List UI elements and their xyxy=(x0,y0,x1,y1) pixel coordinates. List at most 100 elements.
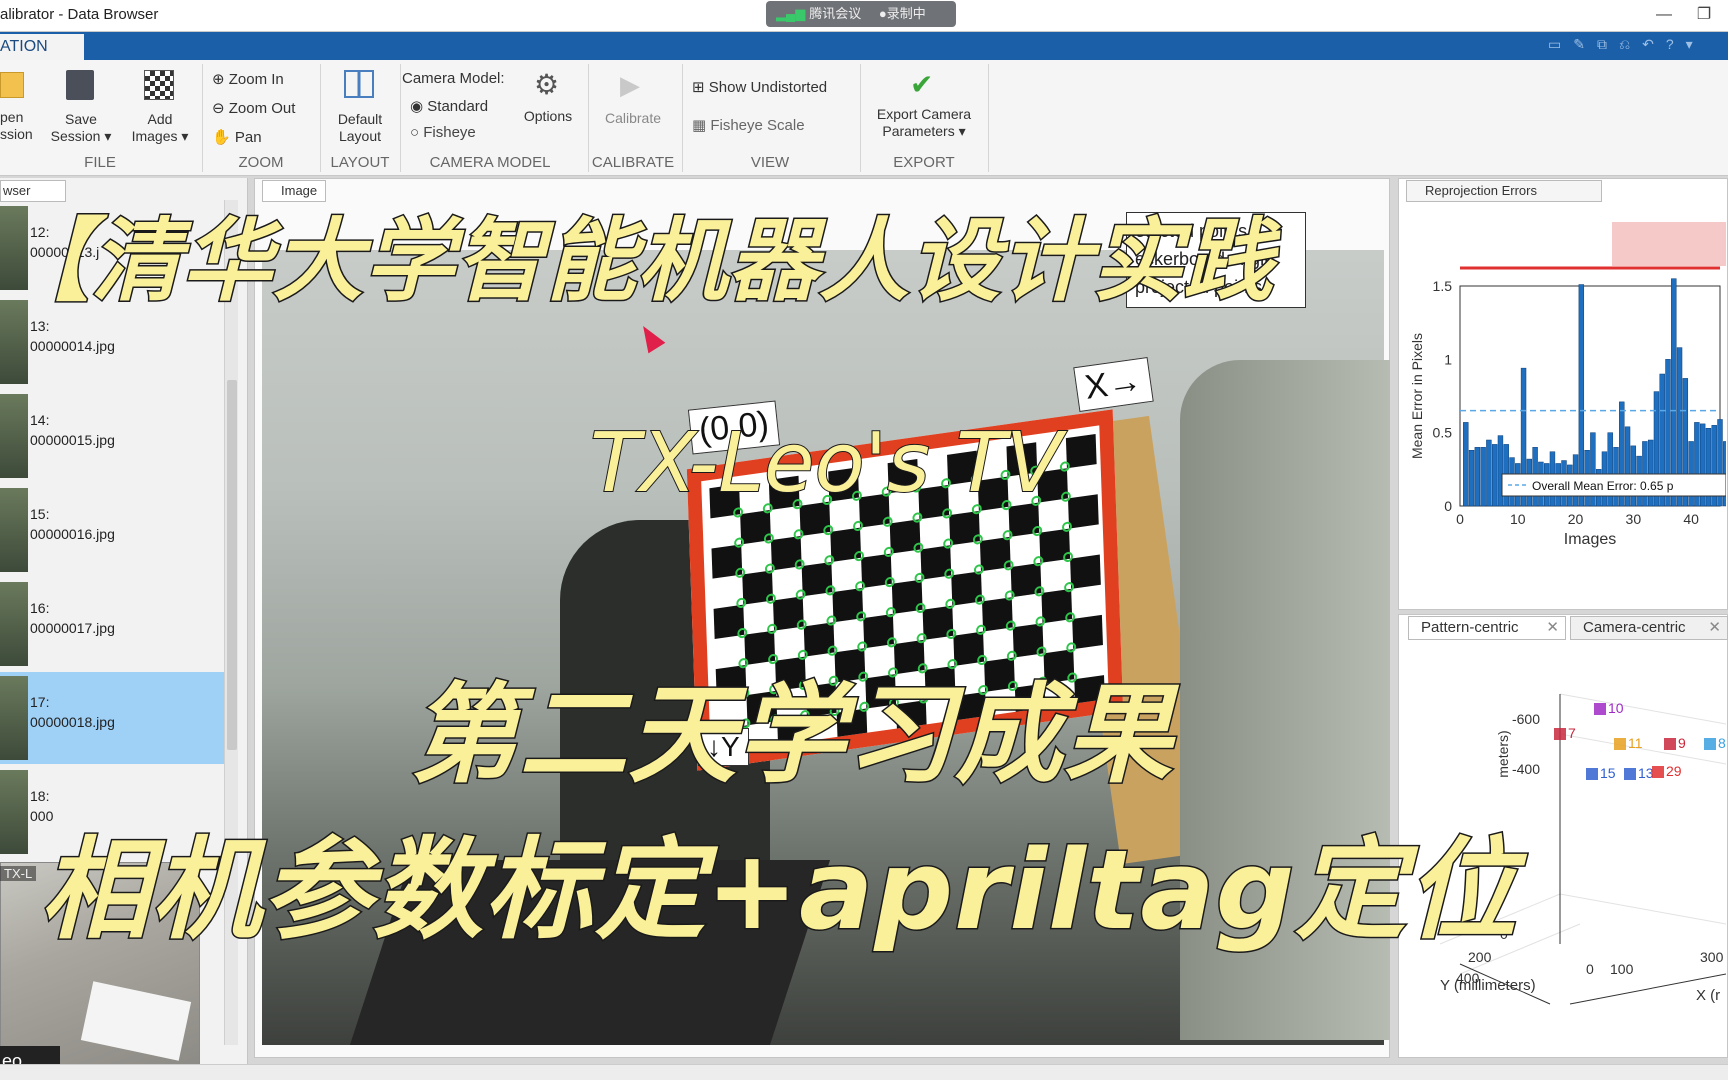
image-list-item[interactable]: 16: 00000017.jpg xyxy=(0,578,224,670)
ribbon-separator xyxy=(988,64,989,172)
layout-icon xyxy=(344,70,374,98)
calibrate-button[interactable]: ▶ Calibrate xyxy=(594,70,672,127)
x-tick: 0 xyxy=(1586,961,1594,977)
detected-point xyxy=(975,624,987,636)
pan-button[interactable]: ✋ Pan xyxy=(212,128,262,146)
detected-point xyxy=(1002,529,1013,541)
legend-mean-label: Overall Mean Error: 0.65 p xyxy=(1532,479,1674,493)
reprojection-errors-tab[interactable]: Reprojection Errors xyxy=(1406,180,1602,202)
zoom-in-button[interactable]: ⊕ Zoom In xyxy=(212,70,284,88)
default-layout-button[interactable]: Default Layout xyxy=(326,70,394,145)
pattern-marker-label: 10 xyxy=(1608,700,1624,716)
fisheye-radio[interactable]: ○ Fisheye xyxy=(410,124,476,141)
show-undistorted-button[interactable]: ⊞ Show Undistorted xyxy=(692,78,827,96)
detected-point xyxy=(1035,615,1046,628)
z-tick: -600 xyxy=(1512,711,1540,727)
close-icon[interactable]: ✕ xyxy=(1708,617,1721,639)
save-session-button[interactable]: Save Session ▾ xyxy=(48,70,114,145)
tab-pattern-centric[interactable]: Pattern-centric ✕ xyxy=(1408,616,1566,640)
error-bar xyxy=(1578,284,1585,507)
image-list-item[interactable]: 14: 00000015.jpg xyxy=(0,390,224,482)
error-bar xyxy=(1474,447,1481,507)
checker-square xyxy=(1065,433,1097,469)
image-thumbnail xyxy=(0,394,28,478)
pattern-marker-label: 7 xyxy=(1568,725,1576,741)
image-index: 14: xyxy=(30,412,50,428)
detected-point xyxy=(852,520,864,532)
fisheye-scale-button[interactable]: ▦ Fisheye Scale xyxy=(692,116,805,134)
image-index: 16: xyxy=(30,600,50,616)
zoom-out-button[interactable]: ⊖ Zoom Out xyxy=(212,99,295,117)
radio-unselected-icon: ○ xyxy=(410,124,424,141)
pan-icon: ✋ xyxy=(212,129,235,146)
detected-point xyxy=(764,562,776,575)
scrollbar-thumb[interactable] xyxy=(227,380,237,750)
x-axis-label: X (r xyxy=(1696,987,1720,1004)
ribbon-separator xyxy=(202,64,203,172)
detected-point xyxy=(883,546,894,558)
checker-square xyxy=(1072,614,1103,650)
detected-point xyxy=(912,511,923,524)
show-undistorted-label: Show Undistorted xyxy=(708,79,828,96)
image-list-item[interactable]: 15: 00000016.jpg xyxy=(0,484,224,576)
pattern-marker xyxy=(1624,768,1636,780)
detected-point xyxy=(914,572,925,584)
error-bar xyxy=(1468,450,1475,507)
recording-label: 录制中 xyxy=(886,6,926,21)
x-axis-title: Images xyxy=(1564,531,1616,548)
highlight-box xyxy=(1612,222,1726,266)
calibrate-label: Calibrate xyxy=(604,110,662,126)
detected-point xyxy=(1033,555,1044,567)
tab-camera-centric[interactable]: Camera-centric ✕ xyxy=(1570,616,1728,640)
export-camera-parameters-button[interactable]: ✔ Export Camera Parameters ▾ xyxy=(866,70,982,140)
image-list-item-label: 15: 00000016.jpg xyxy=(30,504,115,544)
pattern-marker-label: 9 xyxy=(1678,735,1686,751)
detected-point xyxy=(795,588,806,601)
pattern-marker-label: 13 xyxy=(1638,765,1654,781)
image-thumbnail xyxy=(0,488,28,572)
minimize-button[interactable]: — xyxy=(1650,2,1678,28)
pattern-marker xyxy=(1614,738,1626,750)
detected-point xyxy=(885,606,896,618)
quick-access-icons[interactable]: ▭✎⧉⎌↶?▾ xyxy=(1548,36,1728,56)
zoom-in-icon: ⊕ xyxy=(212,71,229,88)
add-images-label: Add Images ▾ xyxy=(131,111,189,144)
default-layout-label: Default Layout xyxy=(337,111,383,144)
pattern-marker xyxy=(1554,728,1566,740)
zoom-out-icon: ⊖ xyxy=(212,100,229,117)
image-list-item[interactable]: 17: 00000018.jpg xyxy=(0,672,224,764)
detected-point xyxy=(1004,589,1015,602)
error-bar xyxy=(1486,439,1492,507)
zoom-group-label: ZOOM xyxy=(238,154,284,171)
image-index: 17: xyxy=(30,694,50,710)
add-images-button[interactable]: Add Images ▾ xyxy=(124,70,196,145)
ribbon-separator xyxy=(588,64,589,172)
reprojection-errors-chart[interactable]: 0 10 20 30 40 0 0.5 1 1.5 Images Mean Error in Pix… xyxy=(1400,202,1726,608)
tab-calibration[interactable]: ATION xyxy=(0,34,84,60)
image-filename: 00000018.jpg xyxy=(30,714,115,730)
x-tick: 100 xyxy=(1610,961,1634,977)
x-tick-label: 20 xyxy=(1568,511,1584,527)
close-icon[interactable]: ✕ xyxy=(1546,617,1559,639)
standard-label: Standard xyxy=(427,98,489,115)
x-tick-label: 0 xyxy=(1456,511,1464,527)
camera-model-label: Camera Model: xyxy=(402,70,505,87)
error-bar xyxy=(1491,444,1498,507)
restore-button[interactable]: ❐ xyxy=(1690,2,1718,28)
options-button[interactable]: ⚙ Options xyxy=(516,70,580,125)
meeting-indicator[interactable]: ▂▄▆ 腾讯会议 ●录制中 xyxy=(766,1,956,27)
export-group-label: EXPORT xyxy=(893,154,955,171)
detected-point xyxy=(943,537,954,550)
ribbon-tab-strip xyxy=(0,32,1728,60)
image-list-item-label: 16: 00000017.jpg xyxy=(30,598,115,638)
gear-icon: ⚙ xyxy=(534,69,560,100)
folder-icon xyxy=(0,72,24,98)
image-thumbnail xyxy=(0,582,28,666)
checker-square xyxy=(1070,554,1101,589)
fisheye-label: Fisheye xyxy=(423,124,476,141)
pattern-marker-label: 11 xyxy=(1628,735,1643,751)
x-tick-label: 30 xyxy=(1626,511,1642,527)
open-session-button[interactable]: pen ssion xyxy=(0,72,33,143)
checker-square xyxy=(1067,494,1099,529)
standard-radio[interactable]: ◉ Standard xyxy=(410,97,488,115)
